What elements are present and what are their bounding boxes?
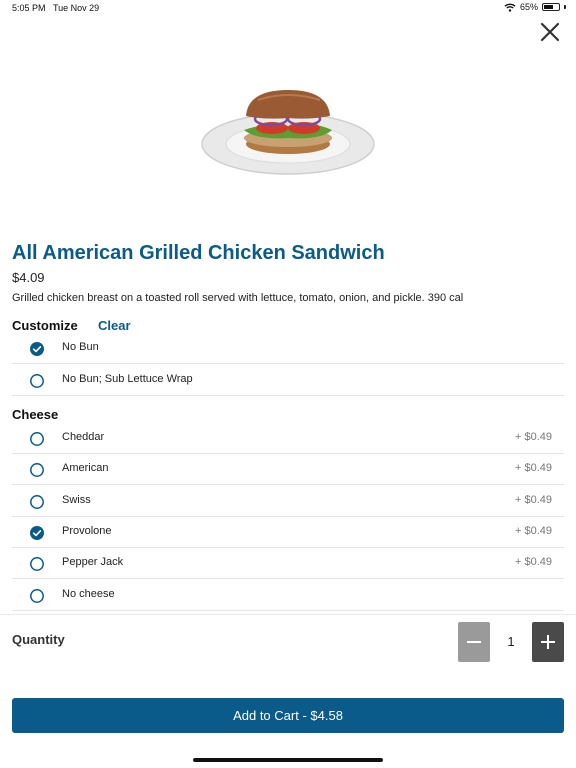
status-bar: 5:05 PM Tue Nov 29 65%: [0, 0, 576, 16]
quantity-value: 1: [507, 634, 515, 649]
option-label: Cheddar: [62, 431, 105, 443]
quantity-label: Quantity: [12, 632, 65, 647]
radio-icon: [30, 557, 44, 572]
product-price: $4.09: [12, 270, 45, 285]
close-icon: [540, 22, 560, 42]
option-label: No Bun; Sub Lettuce Wrap: [62, 372, 193, 385]
option-price: + $0.49: [514, 431, 552, 443]
option-row[interactable]: No cheese: [12, 580, 564, 611]
product-description: Grilled chicken breast on a toasted roll…: [12, 292, 464, 304]
quantity-bar: Quantity 1: [0, 614, 576, 668]
battery-percent: 65%: [519, 2, 538, 12]
checked-radio-icon: [30, 525, 44, 540]
option-row[interactable]: No Bun: [12, 333, 564, 364]
quantity-decrease-button[interactable]: [458, 622, 490, 662]
clear-button[interactable]: Clear: [98, 318, 131, 333]
option-label: Pepper Jack: [62, 556, 124, 569]
option-price: + $0.49: [514, 524, 552, 537]
product-title: All American Grilled Chicken Sandwich: [12, 242, 385, 264]
option-label: Swiss: [62, 493, 91, 506]
option-row[interactable]: Cheddar + $0.49: [12, 423, 564, 454]
minus-icon: [467, 641, 481, 643]
option-row[interactable]: Provolone + $0.49: [12, 517, 564, 548]
option-price: + $0.49: [514, 493, 552, 506]
radio-icon: [30, 588, 44, 603]
radio-icon: [30, 373, 44, 388]
customize-heading: Customize: [12, 318, 78, 333]
option-row[interactable]: American + $0.49: [12, 454, 564, 486]
option-label: No cheese: [62, 587, 115, 600]
radio-icon: [30, 463, 44, 478]
home-indicator[interactable]: [193, 758, 383, 762]
status-date: Tue Nov 29: [53, 3, 100, 13]
battery-fill: [544, 5, 554, 9]
status-right: 65%: [504, 2, 566, 12]
option-price: + $0.49: [514, 556, 552, 569]
option-price: + $0.49: [514, 462, 552, 475]
status-time: 5:05 PM: [12, 3, 46, 13]
checked-radio-icon: [30, 342, 44, 356]
product-image: [201, 90, 375, 175]
option-label: American: [62, 462, 109, 475]
cheese-heading: Cheese: [12, 407, 59, 422]
option-label: No Bun: [62, 341, 99, 353]
option-label: Provolone: [62, 524, 112, 537]
option-row[interactable]: No Bun; Sub Lettuce Wrap: [12, 365, 564, 396]
battery-tip: [564, 5, 566, 9]
battery-icon: [542, 3, 560, 11]
quantity-increase-button[interactable]: [532, 622, 564, 662]
option-row[interactable]: Swiss + $0.49: [12, 486, 564, 517]
radio-icon: [30, 432, 44, 446]
wifi-icon: [504, 3, 516, 12]
close-button[interactable]: [538, 20, 562, 44]
plus-icon: [541, 635, 555, 649]
option-row[interactable]: Pepper Jack + $0.49: [12, 548, 564, 580]
add-to-cart-button[interactable]: Add to Cart - $4.58: [12, 698, 564, 733]
radio-icon: [30, 494, 44, 509]
